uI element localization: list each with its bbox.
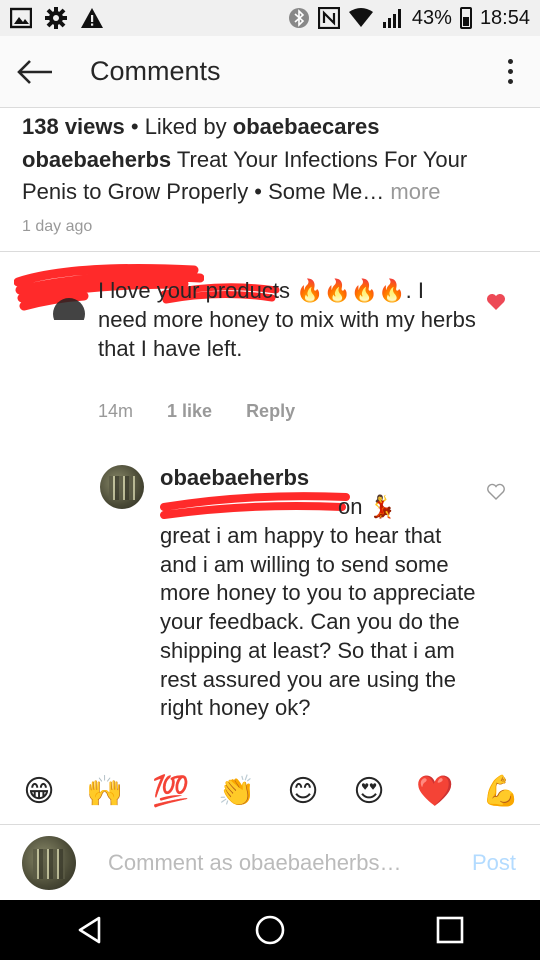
separator: • [124,114,145,139]
redaction-scribble [160,492,350,519]
comment-username[interactable]: obaebaeherbs [160,465,309,491]
triangle-back-icon [78,916,101,944]
more-link[interactable]: more [384,179,440,204]
image-icon [10,7,32,29]
comment-composer: Comment as obaebaeherbs… Post [0,824,540,900]
nav-back-button[interactable] [60,900,120,960]
clock: 18:54 [479,6,530,29]
battery-percent: 43% [411,6,452,29]
system-nav-bar [0,900,540,960]
comment-time: 14m [98,401,134,421]
post-summary: 138 views • Liked by obaebaecares obaeba… [0,108,540,252]
battery-icon [459,7,472,29]
page-title: Comments [90,56,221,86]
comment-text: I love your products 🔥🔥🔥🔥. I need more h… [98,278,476,361]
liked-by-prefix: Liked by [144,114,233,139]
post-time: 1 day ago [22,218,93,235]
app-bar: Comments [0,36,540,108]
caption: obaebaeherbs Treat Your Infections For Y… [22,144,518,208]
emoji-muscle[interactable]: 💪 [479,772,523,812]
views-line: 138 views • Liked by obaebaecares [22,114,518,140]
emoji-raised-hands[interactable]: 🙌 [83,772,127,812]
post-button[interactable]: Post [472,850,516,876]
emoji-quick-bar: 😁 🙌 💯 👏 😊 😍 ❤️ 💪 [0,762,540,822]
comment-text: great i am happy to hear that and i am w… [160,523,476,721]
nfc-icon [317,7,340,29]
status-bar: 43% 18:54 [0,0,540,36]
warning-icon [81,8,103,28]
signal-icon [382,9,401,28]
avatar[interactable] [100,465,144,509]
caption-username[interactable]: obaebaeherbs [22,147,171,172]
comment-meta: 14m 1 like Reply [98,401,295,422]
reply-button[interactable]: Reply [246,401,295,422]
emoji-smile[interactable]: 😊 [281,772,325,812]
dot [507,59,513,64]
wifi-icon [348,8,373,27]
emoji-grin[interactable]: 😁 [17,772,61,812]
heart-filled-icon[interactable] [486,293,506,311]
comment-text-partial: on 💃 [338,494,396,519]
back-arrow-icon [17,59,52,84]
dot [507,69,513,74]
avatar [22,835,76,890]
liked-by-user[interactable]: obaebaecares [233,114,380,139]
views-count[interactable]: 138 views [22,114,125,139]
comment: I love your products 🔥🔥🔥🔥. I need more h… [0,262,540,442]
emoji-heart[interactable]: ❤️ [413,772,457,812]
nav-home-button[interactable] [240,900,300,960]
more-options-button[interactable] [480,36,540,108]
comment-input[interactable]: Comment as obaebaeherbs… [108,850,428,876]
bluetooth-icon [288,8,309,28]
back-button[interactable] [0,36,70,108]
square-recents-icon [436,916,464,944]
circle-home-icon [255,915,285,945]
dot [507,79,513,84]
emoji-heart-eyes[interactable]: 😍 [347,772,391,812]
comment-likes[interactable]: 1 like [167,401,212,422]
heart-outline-icon[interactable] [486,483,506,501]
settings-icon [45,7,67,29]
nav-recents-button[interactable] [420,900,480,960]
emoji-clap[interactable]: 👏 [215,772,259,812]
reply-comment: obaebaeherbs on 💃 great i am happy to he… [0,455,540,755]
emoji-hundred[interactable]: 💯 [149,772,193,812]
